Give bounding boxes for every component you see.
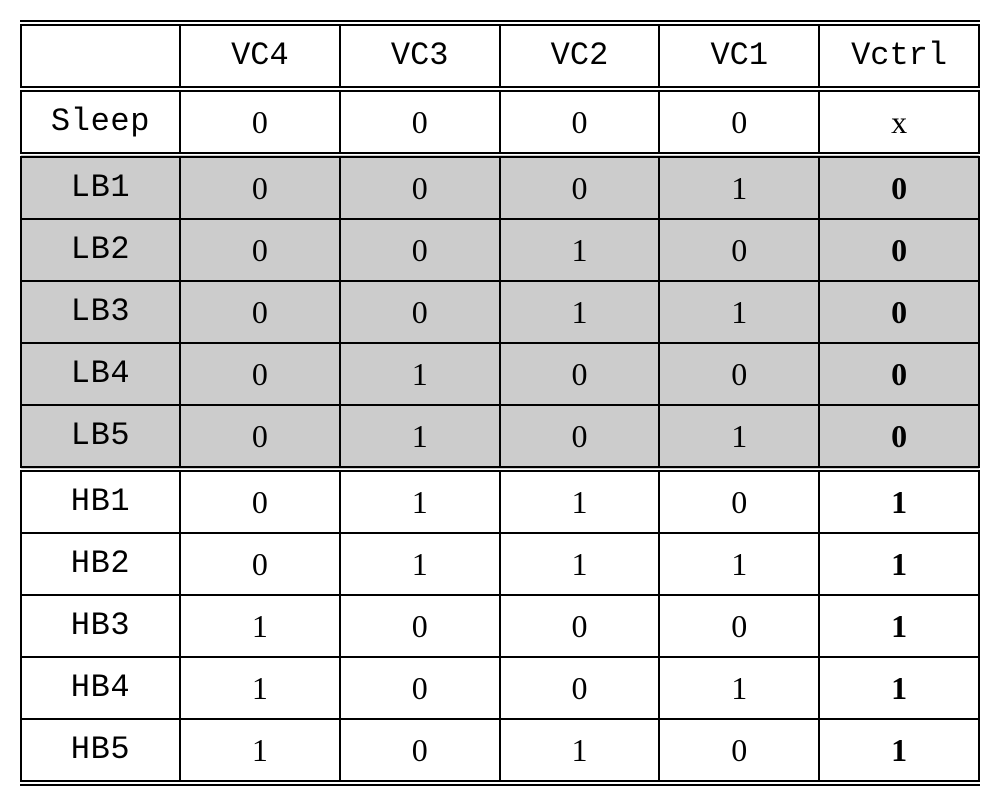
cell: 0	[180, 281, 340, 343]
table-row: HB4 1 0 0 1 1	[21, 657, 979, 719]
cell: 1	[659, 155, 819, 219]
cell: 1	[659, 657, 819, 719]
cell: 1	[659, 405, 819, 469]
cell: 0	[340, 155, 500, 219]
header-vc3: VC3	[340, 23, 500, 89]
row-label-lb3: LB3	[21, 281, 180, 343]
cell: 0	[180, 533, 340, 595]
header-vctrl: Vctrl	[819, 23, 979, 89]
table-row: LB4 0 1 0 0 0	[21, 343, 979, 405]
header-vc4: VC4	[180, 23, 340, 89]
cell: 0	[180, 219, 340, 281]
cell: 0	[340, 595, 500, 657]
cell: 0	[659, 219, 819, 281]
cell: 1	[500, 469, 660, 533]
cell: 1	[500, 719, 660, 783]
row-label-hb5: HB5	[21, 719, 180, 783]
row-label-lb2: LB2	[21, 219, 180, 281]
cell-vctrl: 0	[819, 405, 979, 469]
row-label-hb3: HB3	[21, 595, 180, 657]
cell: x	[819, 89, 979, 155]
cell: 0	[500, 405, 660, 469]
truth-table: VC4 VC3 VC2 VC1 Vctrl Sleep 0 0 0 0 x LB…	[20, 20, 980, 786]
cell: 1	[500, 219, 660, 281]
cell: 0	[180, 469, 340, 533]
cell: 0	[180, 89, 340, 155]
row-label-lb1: LB1	[21, 155, 180, 219]
row-label-lb5: LB5	[21, 405, 180, 469]
cell-vctrl: 0	[819, 281, 979, 343]
table-row: HB3 1 0 0 0 1	[21, 595, 979, 657]
table-row: Sleep 0 0 0 0 x	[21, 89, 979, 155]
cell: 0	[340, 219, 500, 281]
cell-vctrl: 0	[819, 219, 979, 281]
table-row: HB1 0 1 1 0 1	[21, 469, 979, 533]
row-label-hb4: HB4	[21, 657, 180, 719]
cell: 1	[659, 533, 819, 595]
row-label-hb1: HB1	[21, 469, 180, 533]
cell: 0	[659, 469, 819, 533]
cell: 1	[340, 343, 500, 405]
cell: 1	[500, 281, 660, 343]
cell: 0	[340, 281, 500, 343]
cell: 1	[180, 719, 340, 783]
cell-vctrl: 1	[819, 657, 979, 719]
cell: 0	[180, 343, 340, 405]
cell: 0	[180, 405, 340, 469]
table-row: LB1 0 0 0 1 0	[21, 155, 979, 219]
row-label-hb2: HB2	[21, 533, 180, 595]
cell-vctrl: 0	[819, 155, 979, 219]
cell-vctrl: 1	[819, 719, 979, 783]
cell: 1	[340, 405, 500, 469]
cell-vctrl: 0	[819, 343, 979, 405]
cell: 0	[500, 89, 660, 155]
cell: 0	[500, 155, 660, 219]
cell: 0	[500, 657, 660, 719]
header-blank	[21, 23, 180, 89]
cell: 1	[180, 657, 340, 719]
header-vc1: VC1	[659, 23, 819, 89]
cell: 0	[340, 719, 500, 783]
cell-vctrl: 1	[819, 533, 979, 595]
cell: 1	[340, 533, 500, 595]
cell: 0	[659, 719, 819, 783]
cell: 0	[340, 89, 500, 155]
table-row: HB5 1 0 1 0 1	[21, 719, 979, 783]
cell: 0	[500, 595, 660, 657]
table-row: LB2 0 0 1 0 0	[21, 219, 979, 281]
cell: 0	[659, 343, 819, 405]
row-label-sleep: Sleep	[21, 89, 180, 155]
cell: 0	[659, 89, 819, 155]
cell-vctrl: 1	[819, 595, 979, 657]
table-row: LB5 0 1 0 1 0	[21, 405, 979, 469]
row-label-lb4: LB4	[21, 343, 180, 405]
table-row: LB3 0 0 1 1 0	[21, 281, 979, 343]
cell: 0	[340, 657, 500, 719]
cell: 1	[659, 281, 819, 343]
header-vc2: VC2	[500, 23, 660, 89]
cell: 0	[500, 343, 660, 405]
table: VC4 VC3 VC2 VC1 Vctrl Sleep 0 0 0 0 x LB…	[20, 20, 980, 786]
table-header-row: VC4 VC3 VC2 VC1 Vctrl	[21, 23, 979, 89]
cell: 1	[340, 469, 500, 533]
cell-vctrl: 1	[819, 469, 979, 533]
cell: 1	[500, 533, 660, 595]
cell: 0	[180, 155, 340, 219]
cell: 0	[659, 595, 819, 657]
cell: 1	[180, 595, 340, 657]
table-row: HB2 0 1 1 1 1	[21, 533, 979, 595]
